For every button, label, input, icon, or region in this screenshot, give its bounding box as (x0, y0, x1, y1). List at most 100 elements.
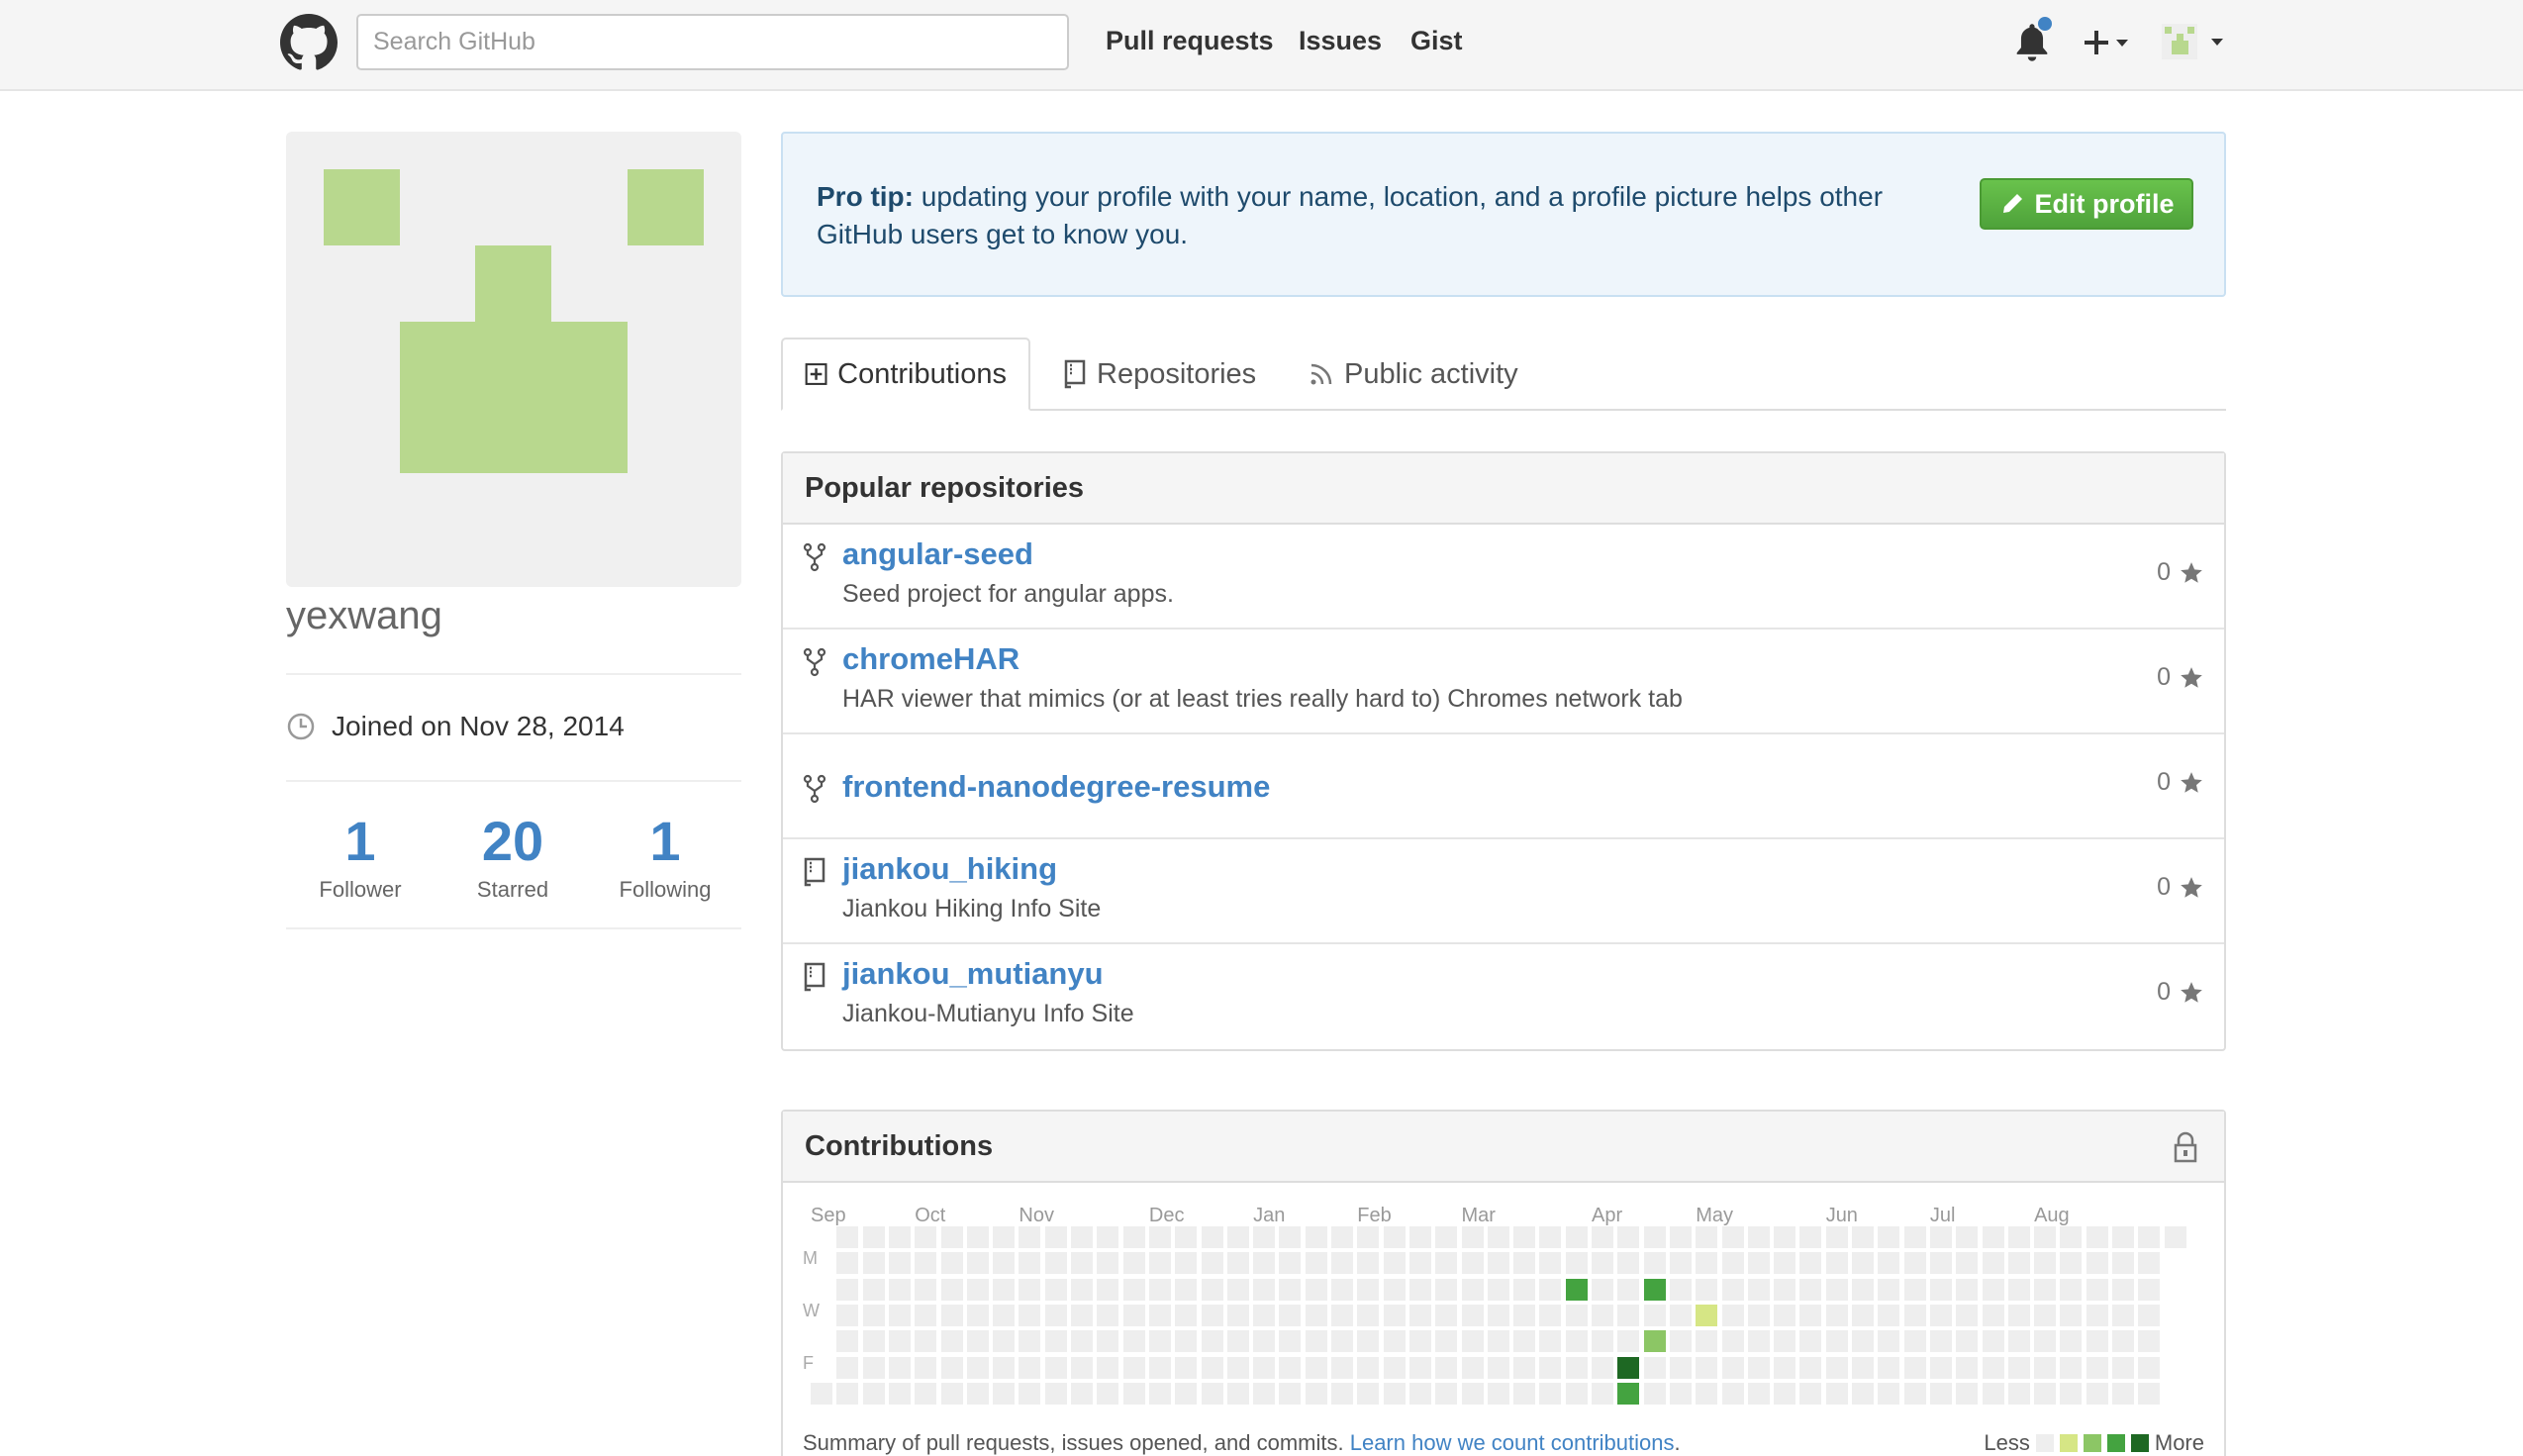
contribution-day[interactable] (1643, 1278, 1666, 1301)
contribution-day[interactable] (1097, 1278, 1119, 1301)
repo-stars[interactable]: 0 (2157, 558, 2204, 587)
search-box[interactable] (356, 14, 1069, 70)
contribution-day[interactable] (1044, 1252, 1067, 1275)
contribution-day[interactable] (1487, 1356, 1509, 1379)
contribution-day[interactable] (1592, 1252, 1613, 1275)
contribution-day[interactable] (1408, 1330, 1431, 1353)
contribution-day[interactable] (2060, 1304, 2083, 1326)
contribution-day[interactable] (1097, 1356, 1119, 1379)
contribution-day[interactable] (1929, 1278, 1952, 1301)
contribution-day[interactable] (1122, 1226, 1145, 1248)
contribution-day[interactable] (1799, 1226, 1822, 1248)
contribution-day[interactable] (1696, 1252, 1718, 1275)
contribution-day[interactable] (2112, 1382, 2134, 1405)
contribution-day[interactable] (1357, 1330, 1380, 1353)
contribution-day[interactable] (1487, 1330, 1509, 1353)
contribution-day[interactable] (1565, 1278, 1588, 1301)
contribution-day[interactable] (1929, 1382, 1952, 1405)
contribution-day[interactable] (1774, 1252, 1796, 1275)
contribution-day[interactable] (1799, 1278, 1822, 1301)
contribution-day[interactable] (2112, 1278, 2134, 1301)
contribution-day[interactable] (915, 1330, 937, 1353)
contribution-day[interactable] (2138, 1382, 2161, 1405)
contribution-day[interactable] (1487, 1304, 1509, 1326)
contribution-day[interactable] (1435, 1278, 1458, 1301)
nav-issues[interactable]: Issues (1299, 26, 1382, 56)
repo-name-link[interactable]: jiankou_mutianyu (842, 956, 1104, 992)
contribution-day[interactable] (2086, 1356, 2108, 1379)
contribution-day[interactable] (1175, 1382, 1198, 1405)
contribution-day[interactable] (1383, 1252, 1406, 1275)
contribution-day[interactable] (915, 1278, 937, 1301)
contribution-day[interactable] (888, 1252, 911, 1275)
contribution-day[interactable] (1097, 1252, 1119, 1275)
contribution-day[interactable] (1956, 1382, 1979, 1405)
contribution-day[interactable] (1696, 1304, 1718, 1326)
contribution-day[interactable] (1721, 1382, 1744, 1405)
contribution-day[interactable] (2086, 1330, 2108, 1353)
contribution-day[interactable] (1226, 1278, 1249, 1301)
nav-pull-requests[interactable]: Pull requests (1106, 26, 1274, 56)
contribution-day[interactable] (1669, 1226, 1692, 1248)
contribution-day[interactable] (1696, 1330, 1718, 1353)
contribution-day[interactable] (1747, 1304, 1770, 1326)
contribution-day[interactable] (1956, 1226, 1979, 1248)
repo-stars[interactable]: 0 (2157, 873, 2204, 902)
contribution-day[interactable] (1487, 1252, 1509, 1275)
contribution-day[interactable] (1279, 1356, 1302, 1379)
contribution-day[interactable] (1513, 1356, 1536, 1379)
contribution-day[interactable] (1148, 1356, 1171, 1379)
contribution-day[interactable] (1565, 1252, 1588, 1275)
contribution-day[interactable] (1461, 1330, 1484, 1353)
contribution-day[interactable] (1747, 1382, 1770, 1405)
edit-profile-button[interactable]: Edit profile (1980, 178, 2193, 230)
contribution-day[interactable] (1071, 1252, 1093, 1275)
contribution-day[interactable] (1019, 1330, 1041, 1353)
contribution-day[interactable] (1408, 1278, 1431, 1301)
contribution-day[interactable] (1825, 1304, 1848, 1326)
contribution-day[interactable] (1408, 1356, 1431, 1379)
contribution-day[interactable] (1201, 1278, 1223, 1301)
contribution-day[interactable] (915, 1382, 937, 1405)
contribution-day[interactable] (1305, 1252, 1327, 1275)
contribution-day[interactable] (966, 1226, 989, 1248)
contribution-day[interactable] (1825, 1226, 1848, 1248)
contribution-day[interactable] (1408, 1252, 1431, 1275)
contribution-day[interactable] (1305, 1278, 1327, 1301)
contribution-day[interactable] (1148, 1304, 1171, 1326)
contribution-day[interactable] (888, 1278, 911, 1301)
contribution-day[interactable] (1799, 1252, 1822, 1275)
contribution-day[interactable] (2138, 1330, 2161, 1353)
contribution-day[interactable] (1201, 1252, 1223, 1275)
contribution-day[interactable] (1279, 1304, 1302, 1326)
contribution-day[interactable] (1175, 1226, 1198, 1248)
contribution-day[interactable] (1696, 1226, 1718, 1248)
contribution-day[interactable] (1305, 1330, 1327, 1353)
contribution-day[interactable] (1982, 1252, 2004, 1275)
contribution-day[interactable] (1617, 1356, 1640, 1379)
contribution-day[interactable] (2060, 1226, 2083, 1248)
contribution-day[interactable] (1774, 1356, 1796, 1379)
contribution-day[interactable] (1019, 1304, 1041, 1326)
contribution-day[interactable] (1331, 1330, 1353, 1353)
contribution-day[interactable] (1565, 1226, 1588, 1248)
contribution-day[interactable] (1592, 1356, 1613, 1379)
repo-name-link[interactable]: angular-seed (842, 536, 1033, 572)
contribution-day[interactable] (1408, 1304, 1431, 1326)
repo-name-link[interactable]: jiankou_hiking (842, 851, 1057, 887)
contribution-day[interactable] (2034, 1356, 2057, 1379)
contribution-day[interactable] (1617, 1252, 1640, 1275)
contribution-day[interactable] (2034, 1278, 2057, 1301)
contribution-day[interactable] (1982, 1278, 2004, 1301)
contribution-day[interactable] (862, 1330, 885, 1353)
contribution-day[interactable] (1253, 1226, 1276, 1248)
contribution-day[interactable] (1669, 1382, 1692, 1405)
contribution-day[interactable] (1982, 1226, 2004, 1248)
contribution-day[interactable] (1643, 1304, 1666, 1326)
contribution-day[interactable] (1435, 1226, 1458, 1248)
contribution-day[interactable] (1774, 1226, 1796, 1248)
contribution-day[interactable] (2112, 1304, 2134, 1326)
contribution-day[interactable] (2138, 1278, 2161, 1301)
contribution-day[interactable] (1201, 1330, 1223, 1353)
contribution-day[interactable] (1852, 1226, 1874, 1248)
